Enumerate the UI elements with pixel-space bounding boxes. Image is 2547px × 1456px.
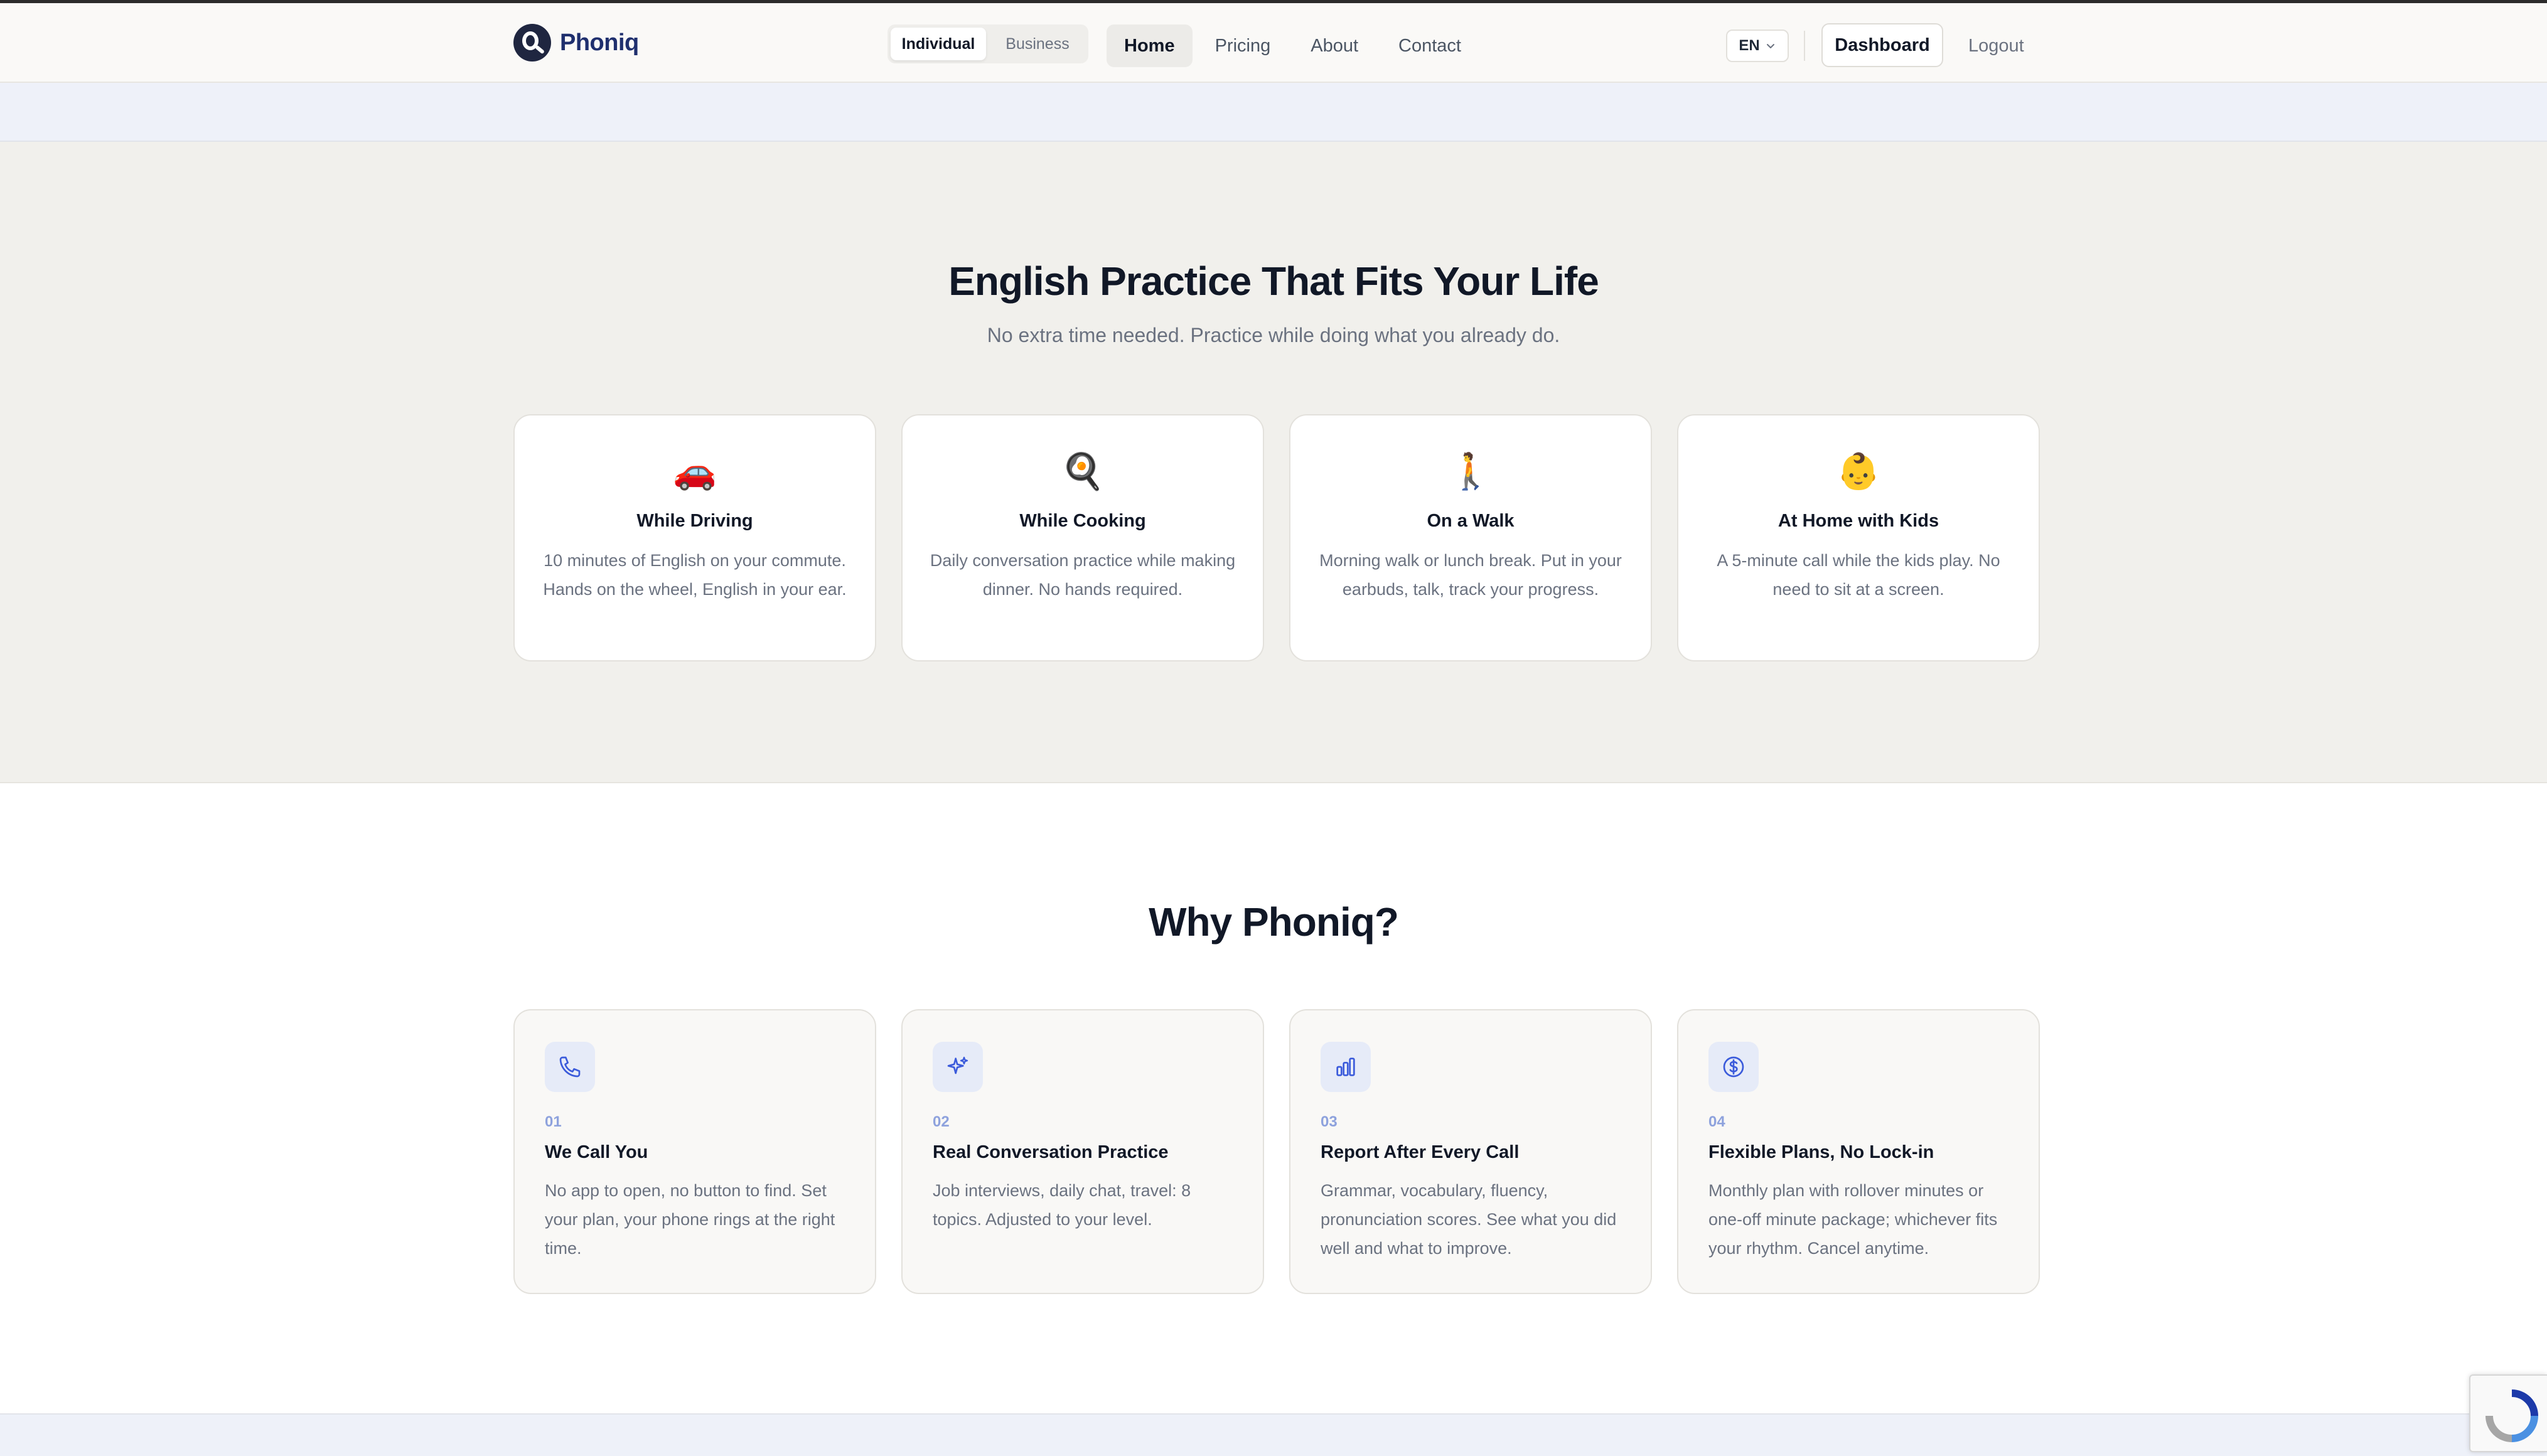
card-title: On a Walk [1427, 511, 1515, 531]
language-label: EN [1739, 37, 1760, 54]
section-title: English Practice That Fits Your Life [948, 259, 1599, 304]
why-title: Why Phoniq? [1149, 899, 1399, 945]
why-card-report: 03 Report After Every Call Grammar, voca… [1289, 1009, 1652, 1294]
toggle-individual[interactable]: Individual [891, 28, 986, 60]
nav-contact[interactable]: Contact [1381, 24, 1479, 67]
recaptcha-logo-icon [2485, 1389, 2538, 1442]
nav-home[interactable]: Home [1107, 24, 1193, 67]
card-description: Grammar, vocabulary, fluency, pronunciat… [1321, 1181, 1617, 1258]
why-card-flexible-plans: 04 Flexible Plans, No Lock-in Monthly pl… [1677, 1009, 2040, 1294]
why-card-real-conversation: 02 Real Conversation Practice Job interv… [901, 1009, 1264, 1294]
card-title: While Driving [636, 511, 753, 531]
audience-toggle: Individual Business [887, 24, 1088, 63]
toggle-business[interactable]: Business [990, 28, 1085, 60]
card-title: Real Conversation Practice [933, 1142, 1169, 1162]
main-nav: Home Pricing About Contact [1107, 24, 1479, 67]
top-band [0, 83, 2547, 142]
nav-about[interactable]: About [1293, 24, 1376, 67]
walking-person-icon: 🚶 [1449, 451, 1493, 491]
header-divider [1804, 31, 1805, 61]
card-title: At Home with Kids [1778, 511, 1939, 531]
card-description: No app to open, no button to find. Set y… [545, 1181, 835, 1258]
card-description: Job interviews, daily chat, travel: 8 to… [933, 1181, 1191, 1229]
frying-pan-icon: 🍳 [1061, 451, 1105, 491]
card-number: 02 [933, 1113, 950, 1130]
life-card-cooking: 🍳 While Cooking Daily conversation pract… [901, 414, 1264, 661]
life-card-kids: 👶 At Home with Kids A 5-minute call whil… [1677, 414, 2040, 661]
logo[interactable]: Phoniq [513, 23, 639, 63]
card-description: A 5-minute call while the kids play. No … [1717, 551, 2000, 599]
baby-icon: 👶 [1837, 451, 1880, 491]
car-icon: 🚗 [673, 451, 717, 491]
recaptcha-badge[interactable] [2469, 1374, 2547, 1452]
card-description: Morning walk or lunch break. Put in your… [1319, 551, 1622, 599]
logo-text: Phoniq [560, 29, 639, 56]
fits-your-life-section: English Practice That Fits Your Life No … [0, 142, 2547, 783]
dashboard-button[interactable]: Dashboard [1821, 23, 1943, 67]
site-header: Phoniq Individual Business Home Pricing … [0, 3, 2547, 83]
life-card-driving: 🚗 While Driving 10 minutes of English on… [513, 414, 876, 661]
card-description: Monthly plan with rollover minutes or on… [1708, 1181, 1998, 1258]
why-card-we-call-you: 01 We Call You No app to open, no button… [513, 1009, 876, 1294]
dollar-circle-icon [1708, 1042, 1759, 1092]
logo-mark-icon [513, 24, 551, 62]
sparkles-icon [933, 1042, 983, 1092]
card-number: 04 [1708, 1113, 1725, 1130]
card-number: 03 [1321, 1113, 1338, 1130]
bar-chart-icon [1321, 1042, 1371, 1092]
section-subtitle: No extra time needed. Practice while doi… [987, 324, 1560, 346]
card-description: Daily conversation practice while making… [930, 551, 1236, 599]
language-select[interactable]: EN [1726, 29, 1789, 62]
card-title: We Call You [545, 1142, 648, 1162]
card-description: 10 minutes of English on your commute. H… [543, 551, 847, 599]
card-title: Flexible Plans, No Lock-in [1708, 1142, 1934, 1162]
next-section-band [0, 1413, 2547, 1456]
card-number: 01 [545, 1113, 562, 1130]
nav-pricing[interactable]: Pricing [1198, 24, 1289, 67]
logout-link[interactable]: Logout [1968, 24, 2024, 67]
chevron-down-icon [1766, 44, 1774, 48]
phone-icon [545, 1042, 595, 1092]
card-title: While Cooking [1019, 511, 1146, 531]
card-title: Report After Every Call [1321, 1142, 1520, 1162]
life-card-walk: 🚶 On a Walk Morning walk or lunch break.… [1289, 414, 1652, 661]
